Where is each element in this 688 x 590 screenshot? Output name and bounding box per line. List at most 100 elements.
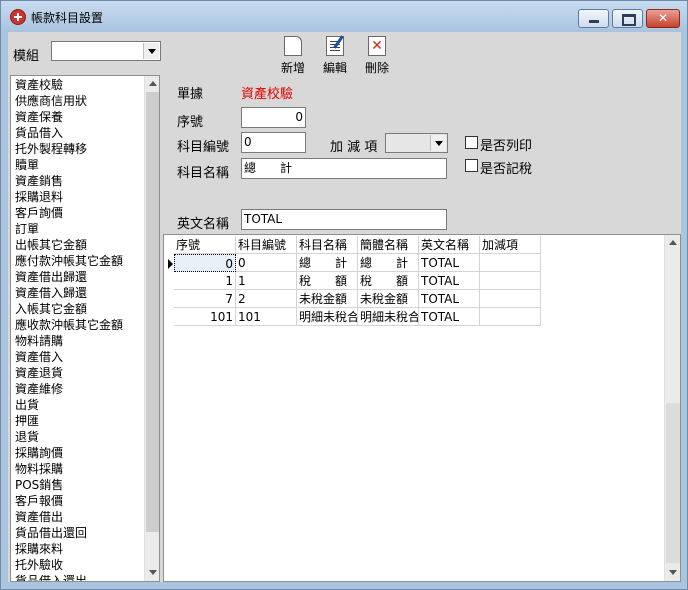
- maximize-button[interactable]: [612, 9, 643, 28]
- list-item[interactable]: 貨品借入: [15, 125, 63, 141]
- list-item[interactable]: 貨品借入還出: [15, 573, 87, 581]
- list-item[interactable]: 資產借出歸還: [15, 269, 87, 285]
- seq-label: 序號: [177, 115, 204, 130]
- title-bar[interactable]: 帳款科目設置: [1, 1, 687, 31]
- seq-input[interactable]: 0: [241, 107, 306, 128]
- grid-cell[interactable]: 明細未稅合: [358, 308, 419, 326]
- module-dropdown[interactable]: [51, 41, 161, 61]
- close-button[interactable]: [646, 9, 680, 28]
- grid-cell[interactable]: 總 計: [297, 254, 358, 272]
- list-item[interactable]: 資產借入歸還: [15, 285, 87, 301]
- delete-button[interactable]: 刪除: [357, 34, 397, 76]
- grid-header-cell[interactable]: 序號: [174, 236, 236, 254]
- en-name-label: 英文名稱: [177, 217, 230, 232]
- grid-cell[interactable]: 7: [174, 290, 236, 308]
- list-item[interactable]: 資產保養: [15, 109, 63, 125]
- name-input[interactable]: 總 計: [241, 158, 447, 179]
- delete-icon: [368, 36, 386, 56]
- app-window: 帳款科目設置 模組 新增 編輯 刪除 資產校驗供應商信用狀資產保養貨品借入托外製…: [0, 0, 688, 590]
- grid-scroll-up-icon[interactable]: [665, 235, 680, 251]
- grid-cell[interactable]: 101: [236, 308, 297, 326]
- grid-header-cell[interactable]: 加減項: [480, 236, 541, 254]
- grid-cell[interactable]: 明細未稅合: [297, 308, 358, 326]
- chevron-down-icon[interactable]: [143, 43, 159, 59]
- list-item[interactable]: 資產校驗: [15, 77, 63, 93]
- account-grid[interactable]: 序號 科目編號 科目名稱 簡體名稱 英文名稱 加減項 0 0 總 計總 計 TOTAL 1 1 稅 額稅…: [163, 234, 681, 582]
- grid-cell[interactable]: [480, 254, 541, 272]
- grid-cell[interactable]: TOTAL: [419, 290, 480, 308]
- scroll-down-icon[interactable]: [145, 565, 159, 581]
- grid-header-cell[interactable]: 英文名稱: [419, 236, 480, 254]
- grid-scroll-thumb[interactable]: [666, 403, 680, 563]
- list-item[interactable]: 採購詢價: [15, 445, 63, 461]
- list-item[interactable]: 客戶報價: [15, 493, 63, 509]
- tax-label: 是否記稅: [480, 162, 533, 177]
- grid-cell[interactable]: 未稅金額: [297, 290, 358, 308]
- grid-cell[interactable]: [480, 272, 541, 290]
- list-item[interactable]: 採購來料: [15, 541, 63, 557]
- grid-cell[interactable]: 稅 額: [297, 272, 358, 290]
- tax-checkbox[interactable]: [465, 159, 478, 172]
- list-item[interactable]: POS銷售: [15, 477, 63, 493]
- list-item[interactable]: 出貨: [15, 397, 39, 413]
- list-item[interactable]: 應付款沖帳其它金額: [15, 253, 123, 269]
- list-item[interactable]: 出帳其它金額: [15, 237, 87, 253]
- list-item[interactable]: 採購退料: [15, 189, 63, 205]
- list-item[interactable]: 押匯: [15, 413, 39, 429]
- list-item[interactable]: 退貨: [15, 429, 39, 445]
- grid-cell[interactable]: 1: [174, 272, 236, 290]
- grid-cell[interactable]: 2: [236, 290, 297, 308]
- addsub-dropdown[interactable]: [385, 133, 448, 153]
- list-item[interactable]: 贖單: [15, 157, 39, 173]
- list-item[interactable]: 物料採購: [15, 461, 63, 477]
- list-item[interactable]: 客戶詢價: [15, 205, 63, 221]
- list-item[interactable]: 物料請購: [15, 333, 63, 349]
- edit-document-icon: [326, 36, 344, 56]
- grid-scrollbar[interactable]: [664, 235, 680, 581]
- grid-cell[interactable]: TOTAL: [419, 254, 480, 272]
- en-name-input[interactable]: TOTAL: [241, 209, 447, 230]
- addsub-label: 加 減 項: [330, 140, 378, 155]
- code-input[interactable]: 0: [241, 132, 306, 153]
- list-item[interactable]: 應收款沖帳其它金額: [15, 317, 123, 333]
- grid-header-cell[interactable]: 簡體名稱: [358, 236, 419, 254]
- list-item[interactable]: 資產維修: [15, 381, 63, 397]
- grid-cell[interactable]: 0: [174, 254, 236, 272]
- grid-cell[interactable]: [480, 290, 541, 308]
- grid-cell[interactable]: 稅 額: [358, 272, 419, 290]
- list-item[interactable]: 供應商信用狀: [15, 93, 87, 109]
- grid-cell[interactable]: 未稅金額: [358, 290, 419, 308]
- grid-cell[interactable]: TOTAL: [419, 308, 480, 326]
- grid-cell[interactable]: 1: [236, 272, 297, 290]
- grid-cell[interactable]: 101: [174, 308, 236, 326]
- grid-header-cell[interactable]: 科目編號: [236, 236, 297, 254]
- edit-button[interactable]: 編輯: [315, 34, 355, 76]
- list-item[interactable]: 資產銷售: [15, 173, 63, 189]
- minimize-button[interactable]: [578, 9, 609, 28]
- grid-header-cell[interactable]: 科目名稱: [297, 236, 358, 254]
- doc-label: 單據: [177, 87, 204, 102]
- grid-scroll-down-icon[interactable]: [665, 565, 680, 581]
- list-scrollbar[interactable]: [144, 76, 159, 581]
- document-type-list[interactable]: 資產校驗 供應商信用狀 資產保養 貨品借入 托外製程轉移 贖單 資產銷售 採購退料 客戶詢價 訂單…: [10, 75, 160, 582]
- list-item[interactable]: 訂單: [15, 221, 39, 237]
- new-button[interactable]: 新增: [273, 34, 313, 76]
- list-item[interactable]: 資產借入: [15, 349, 63, 365]
- addsub-chevron-down-icon[interactable]: [430, 135, 446, 151]
- client-area: 模組 新增 編輯 刪除 資產校驗供應商信用狀資產保養貨品借入托外製程轉移贖單資產…: [8, 32, 681, 582]
- list-item[interactable]: 入帳其它金額: [15, 301, 87, 317]
- grid-cell[interactable]: 總 計: [358, 254, 419, 272]
- list-item[interactable]: 托外驗收: [15, 557, 63, 573]
- scroll-up-icon[interactable]: [145, 76, 159, 92]
- list-item[interactable]: 貨品借出還回: [15, 525, 87, 541]
- list-item[interactable]: 托外製程轉移: [15, 141, 87, 157]
- grid-cell[interactable]: [480, 308, 541, 326]
- grid-cell[interactable]: 0: [236, 254, 297, 272]
- window-title: 帳款科目設置: [31, 11, 104, 25]
- list-item[interactable]: 資產退貨: [15, 365, 63, 381]
- list-item[interactable]: 資產借出: [15, 509, 63, 525]
- delete-button-label: 刪除: [364, 61, 389, 75]
- print-checkbox[interactable]: [465, 136, 478, 149]
- list-scroll-thumb[interactable]: [146, 92, 159, 532]
- grid-cell[interactable]: TOTAL: [419, 272, 480, 290]
